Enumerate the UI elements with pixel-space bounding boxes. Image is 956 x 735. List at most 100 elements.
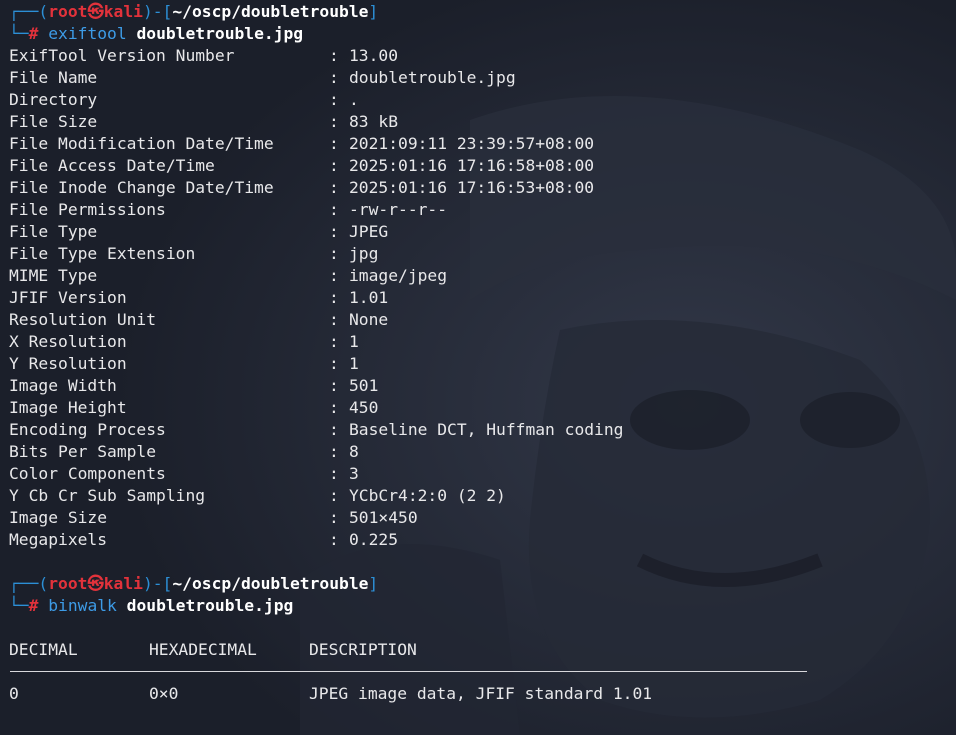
- exif-row: Image Size:501×450: [9, 507, 949, 529]
- exif-value: .: [349, 90, 359, 109]
- prompt-hash: #: [28, 24, 39, 43]
- exif-row: ExifTool Version Number:13.00: [9, 45, 949, 67]
- exif-separator: :: [329, 310, 339, 329]
- exif-key: Bits Per Sample: [9, 442, 157, 461]
- exif-separator: :: [329, 420, 339, 439]
- binwalk-description: JPEG image data, JFIF standard 1.01: [309, 684, 653, 703]
- prompt-host: kali: [103, 2, 143, 21]
- exif-row: File Permissions: -rw-r--r--: [9, 199, 949, 221]
- prompt-user: root: [48, 2, 88, 21]
- exif-separator: :: [329, 134, 339, 153]
- exif-key: File Permissions: [9, 200, 166, 219]
- exif-separator: :: [329, 508, 339, 527]
- exif-key: Color Components: [9, 464, 166, 483]
- prompt-frame: ┌──(: [9, 574, 49, 593]
- exif-separator: :: [329, 376, 339, 395]
- prompt-path: ~/oscp/doubletrouble: [172, 574, 369, 593]
- exif-row: File Size:83 kB: [9, 111, 949, 133]
- prompt-frame: )-[: [142, 574, 173, 593]
- exif-separator: :: [329, 530, 339, 549]
- prompt-host: kali: [103, 574, 143, 593]
- exif-separator: :: [329, 112, 339, 131]
- exif-row: File Name: doubletrouble.jpg: [9, 67, 949, 89]
- prompt-line: ┌──(root㉿kali)-[~/oscp/doubletrouble]: [9, 573, 949, 595]
- exif-value: 8: [349, 442, 359, 461]
- exif-value: 450: [349, 398, 379, 417]
- exif-row: File Modification Date/Time:2021:09:11 2…: [9, 133, 949, 155]
- exif-separator: :: [329, 222, 339, 241]
- exif-key: File Type Extension: [9, 244, 196, 263]
- exif-separator: :: [329, 156, 339, 175]
- exif-value: 2025:01:16 17:16:53+08:00: [349, 178, 595, 197]
- command-name: exiftool: [48, 24, 127, 43]
- exif-separator: :: [329, 200, 339, 219]
- exif-separator: :: [329, 486, 339, 505]
- binwalk-result-row: 0 0×0 JPEG image data, JFIF standard 1.0…: [9, 683, 949, 705]
- exif-key: File Inode Change Date/Time: [9, 178, 274, 197]
- exif-separator: :: [329, 442, 339, 461]
- prompt-path: ~/oscp/doubletrouble: [172, 2, 369, 21]
- exif-separator: :: [329, 398, 339, 417]
- exif-separator: :: [329, 178, 339, 197]
- exif-value: JPEG: [349, 222, 389, 241]
- exif-separator: :: [329, 332, 339, 351]
- exif-key: File Modification Date/Time: [9, 134, 274, 153]
- exif-key: Encoding Process: [9, 420, 166, 439]
- exif-row: X Resolution:1: [9, 331, 949, 353]
- exif-key: MIME Type: [9, 266, 98, 285]
- exif-value: doubletrouble.jpg: [349, 68, 516, 87]
- exif-key: Image Width: [9, 376, 117, 395]
- exif-value: 2021:09:11 23:39:57+08:00: [349, 134, 595, 153]
- prompt-frame: )-[: [142, 2, 173, 21]
- binwalk-decimal: 0: [9, 684, 19, 703]
- command-argument: doubletrouble.jpg: [126, 596, 294, 615]
- command-name: binwalk: [48, 596, 117, 615]
- exif-row: MIME Type: image/jpeg: [9, 265, 949, 287]
- exif-value: jpg: [349, 244, 379, 263]
- exif-key: Directory: [9, 90, 98, 109]
- exif-key: File Name: [9, 68, 98, 87]
- exif-value: 2025:01:16 17:16:58+08:00: [349, 156, 595, 175]
- prompt-frame: ]: [368, 574, 379, 593]
- exif-key: File Size: [9, 112, 98, 131]
- command-argument: doubletrouble.jpg: [136, 24, 304, 43]
- exif-value: 13.00: [349, 46, 399, 65]
- exif-row: Image Width:501: [9, 375, 949, 397]
- exif-row: File Type: JPEG: [9, 221, 949, 243]
- exif-key: ExifTool Version Number: [9, 46, 235, 65]
- exif-row: File Inode Change Date/Time:2025:01:16 1…: [9, 177, 949, 199]
- exif-row: Y Resolution:1: [9, 353, 949, 375]
- exif-value: Baseline DCT, Huffman coding: [349, 420, 624, 439]
- kali-at-icon: ㉿: [87, 2, 104, 21]
- exif-row: File Type Extension: jpg: [9, 243, 949, 265]
- exif-key: Y Resolution: [9, 354, 127, 373]
- exif-row: Megapixels:0.225: [9, 529, 949, 551]
- exif-value: image/jpeg: [349, 266, 448, 285]
- exif-value: 3: [349, 464, 359, 483]
- exif-separator: :: [329, 90, 339, 109]
- exif-key: Resolution Unit: [9, 310, 157, 329]
- exif-row: Encoding Process: Baseline DCT, Huffman c…: [9, 419, 949, 441]
- prompt-frame: └─: [9, 24, 29, 43]
- binwalk-divider: [9, 661, 949, 683]
- exif-row: Color Components:3: [9, 463, 949, 485]
- prompt-hash: #: [28, 596, 39, 615]
- exif-separator: :: [329, 266, 339, 285]
- prompt-frame: ┌──(: [9, 2, 49, 21]
- exif-output: ExifTool Version Number:13.00 File Name: d…: [9, 45, 949, 551]
- binwalk-header-decimal: DECIMAL: [9, 640, 78, 659]
- exif-value: YCbCr4:2:0 (2 2): [349, 486, 506, 505]
- exif-row: Y Cb Cr Sub Sampling: YCbCr4:2:0 (2 2): [9, 485, 949, 507]
- prompt-frame: ]: [368, 2, 379, 21]
- exif-value: 1: [349, 332, 359, 351]
- exif-separator: :: [329, 244, 339, 263]
- exif-key: File Type: [9, 222, 98, 241]
- prompt-user: root: [48, 574, 88, 593]
- exif-row: File Access Date/Time:2025:01:16 17:16:5…: [9, 155, 949, 177]
- exif-value: 0.225: [349, 530, 399, 549]
- exif-separator: :: [329, 288, 339, 307]
- exif-separator: :: [329, 46, 339, 65]
- exif-row: JFIF Version:1.01: [9, 287, 949, 309]
